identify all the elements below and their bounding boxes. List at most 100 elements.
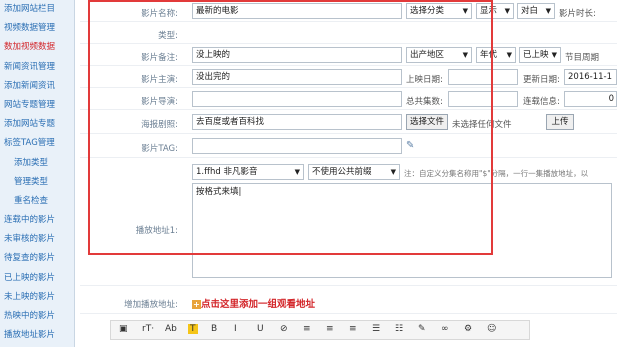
add-address-label: 增加播放地址: (124, 300, 178, 310)
sidebar-item[interactable]: 待复查的影片 (0, 249, 74, 268)
remark-label: 影片备注: (141, 53, 178, 63)
row-poster: 海报剧照: 去百度或者百科找 选择文件 未选择任何文件 上传 (80, 110, 617, 134)
update-label: 更新日期: (523, 75, 560, 85)
player-select-value: 1.ffhd 非凡影音 (196, 167, 258, 177)
sidebar-item[interactable]: 管理类型 (0, 173, 74, 192)
serial-input[interactable]: 0 (564, 91, 617, 107)
chevron-down-icon: ▼ (545, 7, 551, 15)
highlight-icon[interactable]: T (188, 324, 198, 334)
link-icon[interactable]: ∞ (441, 324, 449, 334)
sidebar-item[interactable]: 未上映的影片 (0, 288, 74, 307)
release-label: 上映日期: (406, 75, 443, 85)
upload-button[interactable]: 上传 (546, 114, 574, 130)
choose-file-button[interactable]: 选择文件 (406, 114, 448, 130)
row-actor: 影片主演: 没出完的 上映日期: 更新日期: 2016-11-1 (80, 66, 617, 88)
row-title: 影片名称: 最新的电影 选择分类 ▼ 显示 ▼ 对白 ▼ 影片时长: (80, 0, 617, 22)
chevron-down-icon: ▼ (551, 51, 557, 59)
episodes-input[interactable] (448, 91, 518, 107)
category-select[interactable]: 选择分类 ▼ (406, 3, 472, 19)
remark-input[interactable]: 没上映的 (192, 47, 402, 63)
director-label: 影片导演: (141, 97, 178, 107)
row-tag: 影片TAG: ✎ (80, 134, 617, 158)
sidebar-item[interactable]: 添加网站专题 (0, 115, 74, 134)
address-label: 播放地址1: (135, 226, 178, 236)
sidebar-item[interactable]: 数加视频数据 (0, 38, 74, 57)
image-icon[interactable]: ▣ (119, 324, 128, 334)
schedule-label: 节目周期 (565, 53, 600, 63)
sidebar-item[interactable]: 标签TAG管理 (0, 134, 74, 153)
sidebar-item[interactable]: 网站专题管理 (0, 96, 74, 115)
region-select-value: 出产地区 (410, 50, 445, 60)
font-color-icon[interactable]: Ab (165, 324, 177, 334)
sidebar-item[interactable]: 新闻资讯管理 (0, 58, 74, 77)
editor-toolbar: ▣ rT· Ab T B I U ⊘ ≡ ≡ ≡ ☰ ☷ ✎ ∞ ⚙ ☺ (110, 320, 530, 340)
display-select[interactable]: 显示 ▼ (476, 3, 514, 19)
sidebar-item[interactable]: 连载中的影片 (0, 211, 74, 230)
bold-icon[interactable]: B (211, 324, 217, 334)
sidebar-item[interactable]: 已上映的影片 (0, 269, 74, 288)
row-type: 类型: (80, 22, 617, 44)
sidebar-item[interactable]: 未审核的影片 (0, 230, 74, 249)
sidebar-item[interactable]: 添加网站栏目 (0, 0, 74, 19)
sidebar-item[interactable]: 热映中的影片 (0, 307, 74, 326)
chevron-down-icon: ▼ (504, 7, 510, 15)
emoji-icon[interactable]: ☺ (487, 324, 496, 334)
add-address-link[interactable]: +点击这里添加一组观看地址 (192, 296, 315, 310)
serial-label: 连载信息: (523, 97, 560, 107)
server-select[interactable]: 不使用公共前缀 ▼ (308, 164, 400, 180)
clear-format-icon[interactable]: ⊘ (280, 324, 288, 334)
edit-icon[interactable]: ✎ (418, 324, 426, 334)
align-center-icon[interactable]: ≡ (326, 324, 334, 334)
sidebar-item[interactable]: 视频数据管理 (0, 19, 74, 38)
chevron-down-icon: ▼ (294, 168, 300, 176)
settings-icon[interactable]: ⚙ (464, 324, 472, 334)
add-address-link-text: 点击这里添加一组观看地址 (201, 299, 316, 310)
type-label: 类型: (158, 31, 178, 41)
poster-input[interactable]: 去百度或者百科找 (192, 114, 402, 130)
sidebar-item[interactable]: 播放地址影片 (0, 326, 74, 345)
status-select-value: 已上映 (523, 50, 549, 60)
tag-label: 影片TAG: (141, 144, 178, 154)
player-select[interactable]: 1.ffhd 非凡影音 ▼ (192, 164, 304, 180)
chevron-down-icon: ▼ (462, 7, 468, 15)
chevron-down-icon: ▼ (506, 51, 512, 59)
duration-label: 影片时长: (559, 9, 596, 19)
sidebar-item[interactable]: 添加类型 (0, 154, 74, 173)
no-file-text: 未选择任何文件 (452, 120, 512, 130)
update-input[interactable]: 2016-11-1 (564, 69, 617, 85)
title-input[interactable]: 最新的电影 (192, 3, 402, 19)
server-select-value: 不使用公共前缀 (312, 167, 372, 177)
list-unordered-icon[interactable]: ☷ (395, 324, 403, 334)
row-remark: 影片备注: 没上映的 出产地区 ▼ 年代 ▼ 已上映 ▼ 节目周期 (80, 44, 617, 66)
row-add-address: 增加播放地址: +点击这里添加一组观看地址 (80, 292, 617, 314)
actor-label: 影片主演: (141, 75, 178, 85)
poster-label: 海报剧照: (141, 120, 178, 130)
align-left-icon[interactable]: ≡ (303, 324, 311, 334)
row-address: 播放地址1: 1.ffhd 非凡影音 ▼ 不使用公共前缀 ▼ 注：自定义分集名称用"… (80, 158, 617, 286)
display-select-value: 显示 (480, 6, 498, 16)
region-select[interactable]: 出产地区 ▼ (406, 47, 472, 63)
color-select-value: 对白 (521, 6, 539, 16)
align-right-icon[interactable]: ≡ (349, 324, 357, 334)
font-size-icon[interactable]: rT· (142, 324, 154, 334)
address-note: 注：自定义分集名称用"$"分隔，一行一集播放地址，以 (404, 169, 589, 178)
title-label: 影片名称: (141, 9, 178, 19)
underline-icon[interactable]: U (257, 324, 264, 334)
color-select[interactable]: 对白 ▼ (517, 3, 555, 19)
sidebar: 添加网站栏目 视频数据管理 数加视频数据 新闻资讯管理 添加新闻资讯 网站专题管理 添加网站… (0, 0, 75, 347)
director-input[interactable] (192, 91, 402, 107)
tag-input[interactable] (192, 138, 402, 154)
chevron-down-icon: ▼ (462, 51, 468, 59)
release-input[interactable] (448, 69, 518, 85)
status-select[interactable]: 已上映 ▼ (519, 47, 561, 63)
year-select-value: 年代 (480, 50, 498, 60)
tag-edit-icon[interactable]: ✎ (406, 140, 414, 151)
actor-input[interactable]: 没出完的 (192, 69, 402, 85)
list-ordered-icon[interactable]: ☰ (372, 324, 380, 334)
italic-icon[interactable]: I (234, 324, 237, 334)
year-select[interactable]: 年代 ▼ (476, 47, 516, 63)
sidebar-item[interactable]: 重名检查 (0, 192, 74, 211)
sidebar-item[interactable]: 添加新闻资讯 (0, 77, 74, 96)
chevron-down-icon: ▼ (390, 168, 396, 176)
address-textarea[interactable]: 按格式来填| (192, 183, 612, 278)
